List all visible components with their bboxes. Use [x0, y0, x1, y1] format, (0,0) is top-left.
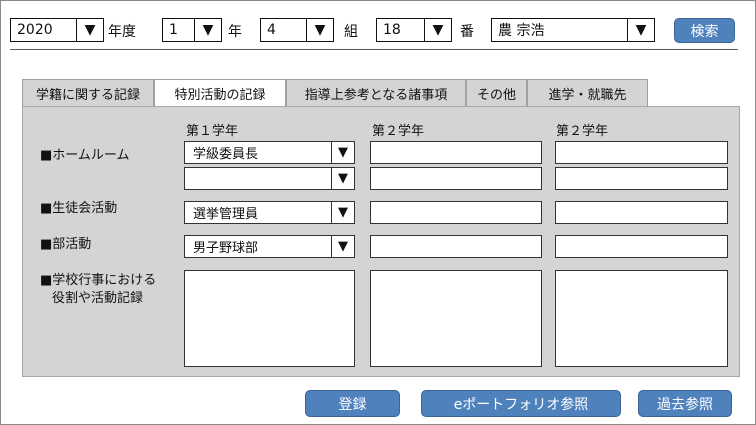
- select-value: 選挙管理員: [193, 207, 259, 222]
- grade-suffix: 年: [228, 24, 242, 40]
- school-events-grade3-textarea[interactable]: [555, 270, 728, 367]
- chevron-down-icon[interactable]: ▼: [306, 19, 333, 41]
- row-label-school-events-2: 役割や活動記録: [52, 291, 144, 306]
- student-council-grade3-field[interactable]: [555, 201, 728, 224]
- chevron-down-icon[interactable]: ▼: [331, 202, 354, 223]
- year-select[interactable]: 2020 ▼: [10, 18, 104, 42]
- tab-other[interactable]: その他: [466, 79, 527, 106]
- homeroom-grade2-field-1[interactable]: [370, 141, 542, 164]
- column-header-grade2: 第２学年: [372, 124, 425, 139]
- student-council-grade1-select[interactable]: 選挙管理員 ▼: [184, 201, 355, 224]
- tab-enrollment[interactable]: 学籍に関する記録: [22, 79, 154, 106]
- number-value: 18: [383, 22, 401, 38]
- select-value: 学級委員長: [193, 147, 259, 162]
- chevron-down-icon[interactable]: ▼: [627, 19, 654, 41]
- chevron-down-icon[interactable]: ▼: [331, 168, 354, 189]
- school-events-grade1-textarea[interactable]: [184, 270, 355, 367]
- club-grade2-field[interactable]: [370, 235, 542, 258]
- row-label-student-council: ■生徒会活動: [40, 201, 118, 216]
- class-select[interactable]: 4 ▼: [260, 18, 334, 42]
- column-header-grade1: 第１学年: [186, 124, 239, 139]
- homeroom-grade2-field-2[interactable]: [370, 167, 542, 190]
- row-label-club: ■部活動: [40, 237, 92, 252]
- student-value: 農 宗浩: [498, 23, 545, 39]
- register-button[interactable]: 登録: [305, 390, 400, 417]
- year-suffix: 年度: [108, 24, 136, 40]
- grade-select[interactable]: 1 ▼: [162, 18, 222, 42]
- history-button[interactable]: 過去参照: [638, 390, 732, 417]
- year-value: 2020: [17, 22, 53, 38]
- class-suffix: 組: [344, 24, 358, 40]
- club-grade1-select[interactable]: 男子野球部 ▼: [184, 235, 355, 258]
- student-council-grade2-field[interactable]: [370, 201, 542, 224]
- row-label-school-events: ■学校行事における: [40, 273, 157, 288]
- tab-career[interactable]: 進学・就職先: [527, 79, 648, 106]
- chevron-down-icon[interactable]: ▼: [424, 19, 451, 41]
- tab-guidance-notes[interactable]: 指導上参考となる諸事項: [286, 79, 466, 106]
- grade-value: 1: [169, 22, 178, 38]
- class-value: 4: [267, 22, 276, 38]
- header-divider: [10, 49, 738, 50]
- select-value: 男子野球部: [193, 241, 259, 256]
- homeroom-grade3-field-2[interactable]: [555, 167, 728, 190]
- column-header-grade3: 第２学年: [556, 124, 609, 139]
- student-select[interactable]: 農 宗浩 ▼: [491, 18, 655, 42]
- chevron-down-icon[interactable]: ▼: [76, 19, 103, 41]
- homeroom-grade3-field-1[interactable]: [555, 141, 728, 164]
- search-button[interactable]: 検索: [674, 18, 735, 43]
- homeroom-grade1-select-1[interactable]: 学級委員長 ▼: [184, 141, 355, 164]
- number-select[interactable]: 18 ▼: [376, 18, 452, 42]
- school-events-grade2-textarea[interactable]: [370, 270, 542, 367]
- chevron-down-icon[interactable]: ▼: [331, 142, 354, 163]
- chevron-down-icon[interactable]: ▼: [194, 19, 221, 41]
- homeroom-grade1-select-2[interactable]: ▼: [184, 167, 355, 190]
- tab-special-activities[interactable]: 特別活動の記録: [154, 79, 286, 107]
- club-grade3-field[interactable]: [555, 235, 728, 258]
- number-suffix: 番: [460, 24, 474, 40]
- chevron-down-icon[interactable]: ▼: [331, 236, 354, 257]
- row-label-homeroom: ■ホームルーム: [40, 148, 130, 163]
- portfolio-button[interactable]: eポートフォリオ参照: [421, 390, 621, 417]
